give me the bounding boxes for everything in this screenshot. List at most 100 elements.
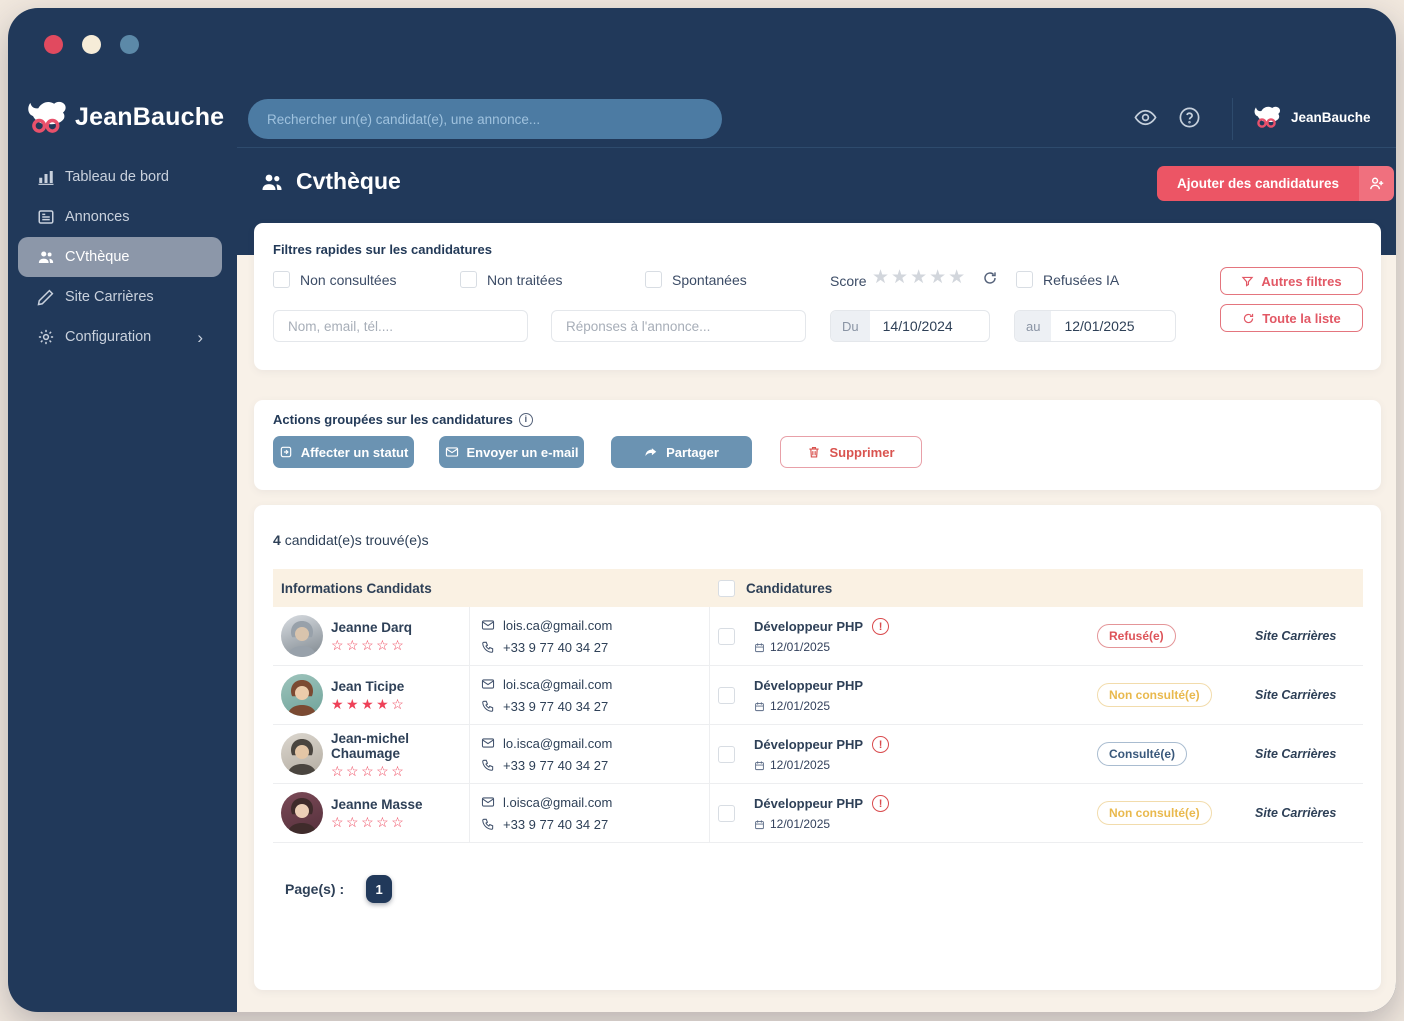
global-search-input[interactable] xyxy=(248,99,722,139)
candidate-phone[interactable]: +33 9 77 40 34 27 xyxy=(503,817,608,832)
annonce-responses-input[interactable] xyxy=(551,310,806,342)
close-window-button[interactable] xyxy=(44,35,63,54)
topbar-divider xyxy=(1232,98,1233,140)
table-row[interactable]: Jeanne Masse ☆☆☆☆☆ l.oisca@gmail.com +33… xyxy=(273,784,1363,843)
pencil-icon xyxy=(37,288,55,306)
newspaper-icon xyxy=(37,208,55,226)
application-date: 12/01/2025 xyxy=(770,699,831,713)
candidate-email[interactable]: lo.isca@gmail.com xyxy=(503,736,612,751)
phone-icon xyxy=(482,641,494,653)
table-row[interactable]: Jean Ticipe ★★★★☆ loi.sca@gmail.com +33 … xyxy=(273,666,1363,725)
candidate-email[interactable]: loi.sca@gmail.com xyxy=(503,677,612,692)
topbar: JeanBauche xyxy=(237,90,1396,148)
add-candidatures-button[interactable]: Ajouter des candidatures xyxy=(1157,166,1395,201)
help-icon[interactable] xyxy=(1178,106,1201,129)
share-icon xyxy=(645,448,657,457)
chevron-right-icon: › xyxy=(197,327,203,347)
status-badge[interactable]: Non consulté(e) xyxy=(1097,683,1212,707)
row-checkbox[interactable] xyxy=(718,804,735,822)
results-count: 4 candidat(e)s trouvé(e)s xyxy=(273,532,429,548)
application-date: 12/01/2025 xyxy=(770,817,831,831)
screen: JeanBauche Tableau de bord Annonces CVth… xyxy=(0,0,1404,1021)
delete-button[interactable]: Supprimer xyxy=(780,436,922,468)
job-title[interactable]: Développeur PHP xyxy=(754,737,863,752)
warning-icon[interactable]: ! xyxy=(872,795,890,812)
sidebar-item-annonces[interactable]: Annonces xyxy=(18,197,222,237)
table-row[interactable]: Jeanne Darq ☆☆☆☆☆ lois.ca@gmail.com +33 … xyxy=(273,607,1363,666)
sidebar-item-label: Annonces xyxy=(65,209,130,225)
sidebar-item-tableau-de-bord[interactable]: Tableau de bord xyxy=(18,157,222,197)
share-button[interactable]: Partager xyxy=(611,436,752,468)
candidate-stars[interactable]: ☆☆☆☆☆ xyxy=(331,815,423,829)
row-checkbox[interactable] xyxy=(718,686,735,704)
date-to-field[interactable]: au 12/01/2025 xyxy=(1014,310,1176,342)
trash-icon xyxy=(809,447,820,458)
job-title[interactable]: Développeur PHP xyxy=(754,796,863,811)
assign-status-button[interactable]: Affecter un statut xyxy=(273,436,414,468)
select-all-checkbox[interactable] xyxy=(718,579,735,597)
name-email-tel-input[interactable] xyxy=(273,310,528,342)
status-badge[interactable]: Consulté(e) xyxy=(1097,742,1187,766)
sidebar-item-site-carrieres[interactable]: Site Carrières xyxy=(18,277,222,317)
warning-icon[interactable]: ! xyxy=(872,618,890,635)
envelope-icon xyxy=(445,447,458,457)
score-reset-icon[interactable] xyxy=(982,270,998,286)
candidate-phone[interactable]: +33 9 77 40 34 27 xyxy=(503,640,608,655)
phone-icon xyxy=(482,759,494,771)
candidate-stars[interactable]: ☆☆☆☆☆ xyxy=(331,764,469,778)
candidate-email[interactable]: l.oisca@gmail.com xyxy=(503,795,612,810)
checkbox[interactable] xyxy=(460,271,477,288)
page-1-button[interactable]: 1 xyxy=(366,875,393,903)
brand-logo[interactable]: JeanBauche xyxy=(26,98,224,136)
more-filters-button[interactable]: Autres filtres xyxy=(1220,267,1363,295)
minimize-window-button[interactable] xyxy=(82,35,101,54)
send-email-button[interactable]: Envoyer un e-mail xyxy=(439,436,584,468)
full-list-button[interactable]: Toute la liste xyxy=(1220,304,1363,332)
candidate-phone[interactable]: +33 9 77 40 34 27 xyxy=(503,758,608,773)
checkbox[interactable] xyxy=(1016,271,1033,288)
bulk-actions-title: Actions groupées sur les candidatures i xyxy=(273,412,533,427)
row-checkbox[interactable] xyxy=(718,627,735,645)
filter-non-consultees[interactable]: Non consultées xyxy=(273,271,397,288)
job-title[interactable]: Développeur PHP xyxy=(754,678,863,693)
row-checkbox[interactable] xyxy=(718,745,735,763)
candidate-email-line: lois.ca@gmail.com xyxy=(481,618,709,633)
job-title[interactable]: Développeur PHP xyxy=(754,619,863,634)
status-badge[interactable]: Refusé(e) xyxy=(1097,624,1176,648)
candidate-phone[interactable]: +33 9 77 40 34 27 xyxy=(503,699,608,714)
candidate-stars[interactable]: ☆☆☆☆☆ xyxy=(331,638,412,652)
info-icon[interactable]: i xyxy=(518,412,533,427)
candidate-phone-line: +33 9 77 40 34 27 xyxy=(481,758,709,773)
sidebar-item-label: Site Carrières xyxy=(65,289,154,305)
candidate-name: Jeanne Masse xyxy=(331,797,423,812)
sidebar-item-label: Tableau de bord xyxy=(65,169,169,185)
filter-refusees-ia[interactable]: Refusées IA xyxy=(1016,271,1119,288)
score-star-rating[interactable]: ★★★★★ xyxy=(872,266,967,289)
candidate-email[interactable]: lois.ca@gmail.com xyxy=(503,618,612,633)
candidate-email-line: l.oisca@gmail.com xyxy=(481,795,709,810)
filter-spontanees[interactable]: Spontanées xyxy=(645,271,747,288)
eye-icon[interactable] xyxy=(1134,106,1157,129)
application-date-line: 12/01/2025 xyxy=(754,640,1063,654)
sidebar-item-configuration[interactable]: Configuration › xyxy=(18,317,222,357)
candidate-stars[interactable]: ★★★★☆ xyxy=(331,697,406,711)
candidate-phone-line: +33 9 77 40 34 27 xyxy=(481,817,709,832)
sidebar-item-cvtheque[interactable]: CVthèque xyxy=(18,237,222,277)
table-row[interactable]: Jean-michel Chaumage ☆☆☆☆☆ lo.isca@gmail… xyxy=(273,725,1363,784)
funnel-icon xyxy=(1241,276,1254,287)
column-header-candidates: Informations Candidats xyxy=(281,580,432,596)
filter-non-traitees[interactable]: Non traitées xyxy=(460,271,562,288)
status-badge[interactable]: Non consulté(e) xyxy=(1097,801,1212,825)
bulk-actions-card: Actions groupées sur les candidatures i … xyxy=(254,400,1381,490)
warning-icon[interactable]: ! xyxy=(872,736,890,753)
date-from-field[interactable]: Du 14/10/2024 xyxy=(830,310,990,342)
checkbox[interactable] xyxy=(645,271,662,288)
account-menu[interactable]: JeanBauche xyxy=(1253,104,1371,130)
maximize-window-button[interactable] xyxy=(120,35,139,54)
sidebar: JeanBauche Tableau de bord Annonces CVth… xyxy=(8,8,237,1012)
source-label: Site Carrières xyxy=(1255,806,1337,820)
phone-icon xyxy=(482,818,494,830)
sidebar-item-label: CVthèque xyxy=(65,249,130,265)
checkbox[interactable] xyxy=(273,271,290,288)
phone-icon xyxy=(482,700,494,712)
